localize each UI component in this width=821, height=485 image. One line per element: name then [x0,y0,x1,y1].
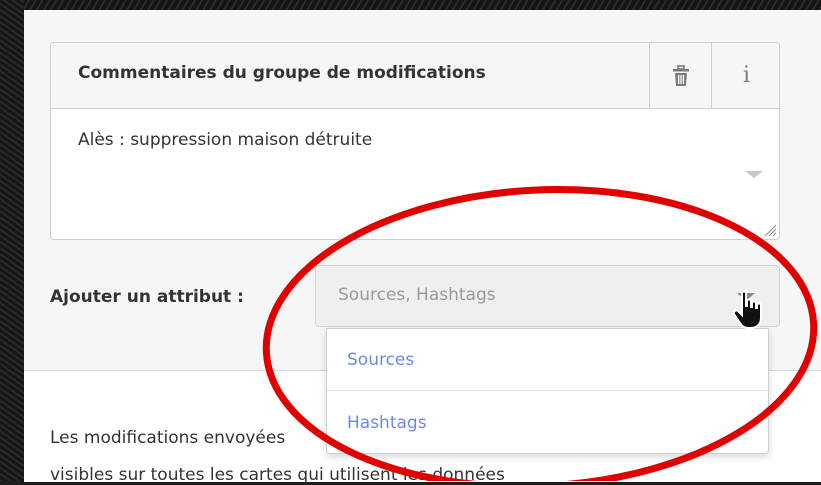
changeset-comment-section: Commentaires du groupe de modifications … [50,42,780,240]
comment-header: Commentaires du groupe de modifications … [51,43,779,109]
add-attribute-label: Ajouter un attribut : [50,287,244,307]
hand-pointer-cursor-icon [732,290,762,329]
add-attribute-combobox[interactable]: Sources, Hashtags [315,265,780,327]
trash-icon [672,64,689,86]
resize-grip-icon[interactable] [763,223,777,237]
dropdown-option-sources[interactable]: Sources [327,329,768,391]
comment-section-title: Commentaires du groupe de modifications [78,63,486,83]
map-background-left [0,0,24,481]
info-button[interactable]: i [711,43,779,108]
info-text-line-2: visibles sur toutes les cartes qui utili… [50,465,505,485]
attribute-dropdown-menu: Sources Hashtags [326,328,769,454]
delete-comment-button[interactable] [649,43,711,108]
textarea-dropdown-caret-icon[interactable] [745,171,763,178]
info-icon: i [742,63,751,88]
info-text-line-1: Les modifications envoyées [50,428,286,448]
map-background-top [0,0,821,10]
dropdown-option-hashtags[interactable]: Hashtags [327,392,768,454]
combobox-placeholder: Sources, Hashtags [338,285,496,305]
comment-textarea[interactable]: Alès : suppression maison détruite [78,130,372,150]
